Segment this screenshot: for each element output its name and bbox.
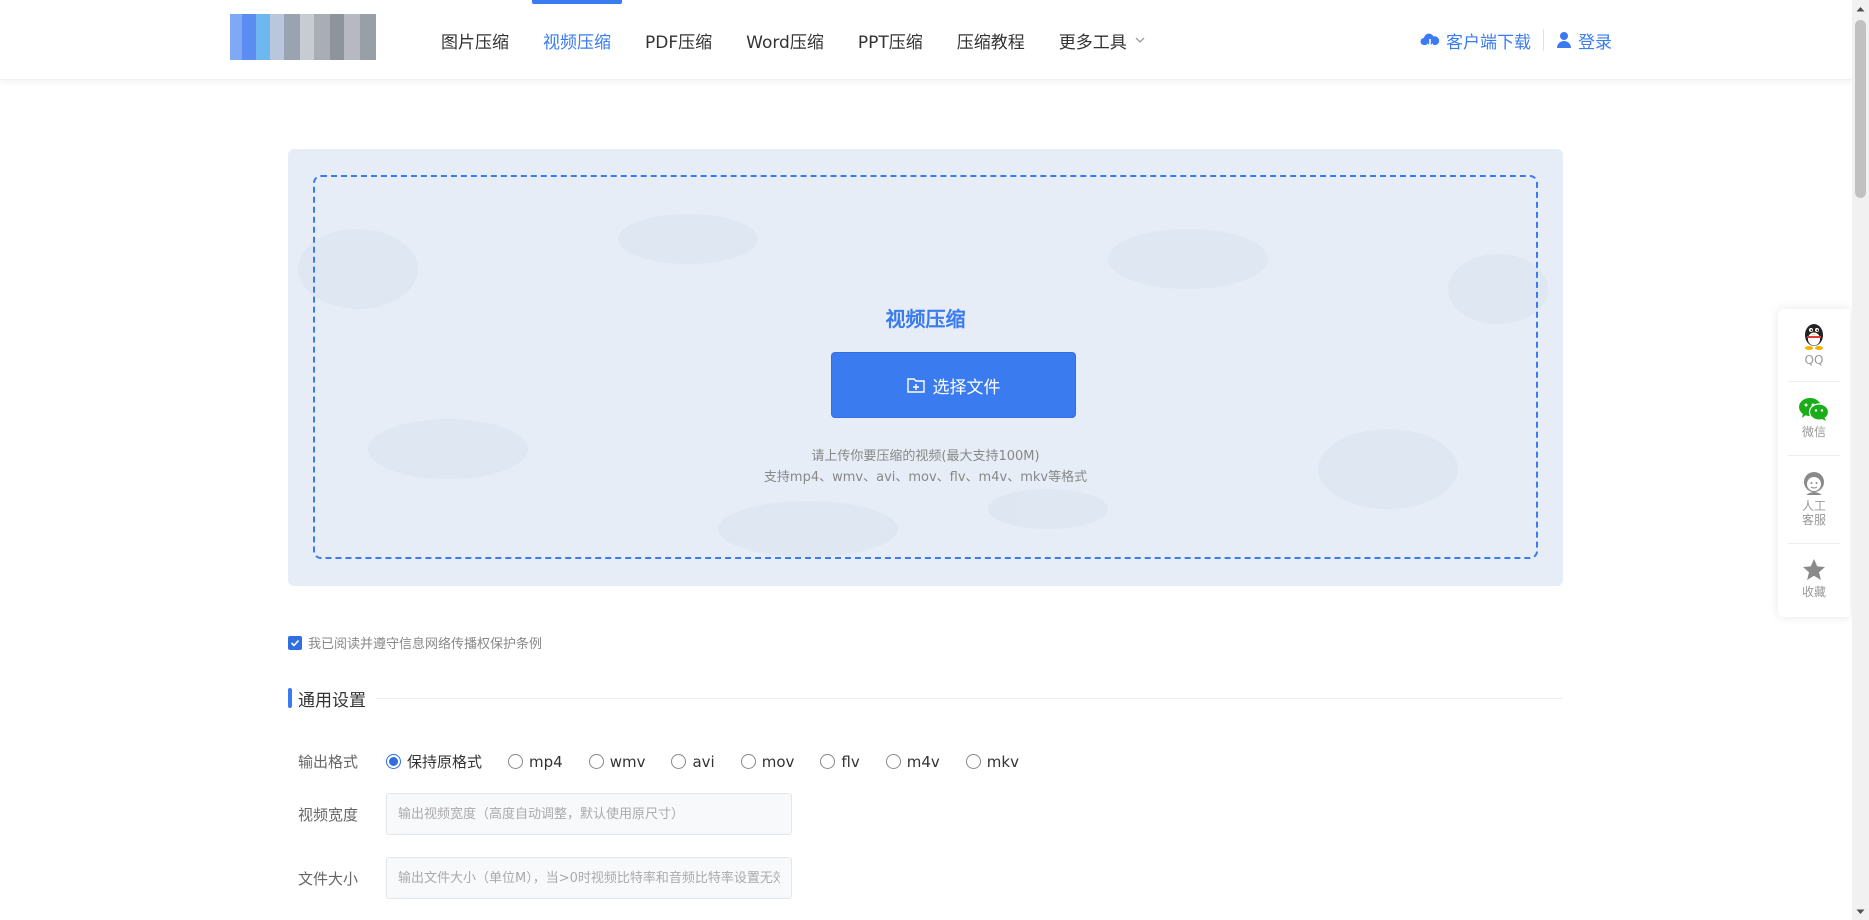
float-label-line1: 人工 <box>1801 499 1826 513</box>
client-download-link[interactable]: 客户端下载 <box>1420 28 1531 53</box>
radio-label: mov <box>761 752 795 771</box>
nav-item-video-compress[interactable]: 视频压缩 <box>526 0 628 80</box>
format-option-mov[interactable]: mov <box>740 752 795 771</box>
radio-label: mkv <box>986 752 1019 771</box>
radio-circle <box>671 754 687 769</box>
nav-item-compress-tutorial[interactable]: 压缩教程 <box>940 0 1042 80</box>
format-option-flv[interactable]: flv <box>820 752 860 771</box>
section-title: 通用设置 <box>298 690 366 711</box>
nav-label: 压缩教程 <box>956 32 1025 53</box>
header-divider <box>1543 29 1544 51</box>
radio-label: wmv <box>609 752 646 771</box>
right-float-panel: QQ 微信 人工 客服 收藏 <box>1778 309 1850 617</box>
float-label-line2: 客服 <box>1801 513 1826 527</box>
choose-file-button[interactable]: 选择文件 <box>831 352 1076 418</box>
radio-circle <box>820 754 836 769</box>
float-label: 收藏 <box>1801 585 1826 599</box>
format-option-keep-original[interactable]: 保持原格式 <box>386 751 482 772</box>
output-format-row: 输出格式 保持原格式 mp4 wmv avi mov flv m4v mkv <box>298 751 1045 772</box>
qq-penguin-icon <box>1805 324 1823 350</box>
header-actions: 客户端下载 登录 <box>1420 0 1612 80</box>
file-size-row: 文件大小 <box>298 857 792 899</box>
nav-label: PPT压缩 <box>857 32 923 53</box>
float-label: 人工 客服 <box>1802 499 1826 527</box>
radio-circle <box>885 754 901 769</box>
upload-hint-formats: 支持mp4、wmv、avi、mov、flv、m4v、mkv等格式 <box>763 470 1088 485</box>
wechat-icon <box>1799 398 1830 421</box>
float-divider <box>1788 455 1840 456</box>
radio-circle <box>386 754 401 769</box>
scroll-up-arrow-icon[interactable] <box>1852 0 1869 17</box>
general-settings-header: 通用设置 <box>288 686 1563 711</box>
agreement-checkbox[interactable] <box>288 635 302 650</box>
main-nav: 图片压缩 视频压缩 PDF压缩 Word压缩 PPT压缩 压缩教程 更多工具 <box>424 0 1164 80</box>
star-icon <box>1803 559 1825 580</box>
upload-dropzone[interactable]: 视频压缩 选择文件 请上传你要压缩的视频(最大支持100M) 支持mp4、wmv… <box>313 175 1538 559</box>
file-size-label: 文件大小 <box>298 869 359 888</box>
radio-label: mp4 <box>529 752 563 771</box>
float-divider <box>1788 543 1840 544</box>
radio-circle <box>588 754 604 769</box>
nav-label: PDF压缩 <box>645 32 713 53</box>
site-logo[interactable] <box>230 14 376 60</box>
nav-label: 图片压缩 <box>441 32 509 53</box>
nav-item-more-tools[interactable]: 更多工具 <box>1042 0 1164 80</box>
radio-label: m4v <box>906 752 940 771</box>
video-width-label: 视频宽度 <box>298 805 359 824</box>
output-format-label: 输出格式 <box>298 753 359 771</box>
float-label: QQ <box>1804 353 1824 367</box>
radio-circle <box>965 754 981 769</box>
nav-item-pdf-compress[interactable]: PDF压缩 <box>628 0 729 80</box>
video-width-row: 视频宽度 <box>298 793 792 835</box>
nav-item-image-compress[interactable]: 图片压缩 <box>424 0 526 80</box>
login-link[interactable]: 登录 <box>1556 28 1612 53</box>
format-option-mp4[interactable]: mp4 <box>508 753 563 771</box>
float-divider <box>1788 381 1840 382</box>
upload-title: 视频压缩 <box>885 307 966 331</box>
output-format-radio-group: 保持原格式 mp4 wmv avi mov flv m4v mkv <box>386 751 1045 772</box>
choose-file-label: 选择文件 <box>932 377 1001 398</box>
nav-item-ppt-compress[interactable]: PPT压缩 <box>841 0 940 80</box>
cloud-download-icon <box>1420 33 1440 49</box>
radio-label: flv <box>841 752 860 771</box>
float-item-favorite[interactable]: 收藏 <box>1778 557 1850 599</box>
float-item-qq[interactable]: QQ <box>1778 321 1850 367</box>
login-label: 登录 <box>1578 32 1612 53</box>
customer-service-icon <box>1804 472 1824 495</box>
check-icon <box>290 639 300 647</box>
top-header: 图片压缩 视频压缩 PDF压缩 Word压缩 PPT压缩 压缩教程 更多工具 客… <box>0 0 1852 80</box>
radio-circle <box>508 754 524 769</box>
format-option-avi[interactable]: avi <box>671 752 715 771</box>
radio-label: 保持原格式 <box>407 753 483 771</box>
nav-label: 视频压缩 <box>543 32 611 53</box>
float-item-wechat[interactable]: 微信 <box>1778 397 1850 439</box>
float-label: 微信 <box>1801 425 1826 439</box>
radio-circle <box>740 754 756 769</box>
user-icon <box>1557 32 1571 48</box>
page-scrollbar[interactable] <box>1852 0 1869 920</box>
agreement-text[interactable]: 我已阅读并遵守信息网络传播权保护条例 <box>308 633 542 652</box>
scroll-down-arrow-icon[interactable] <box>1852 903 1869 920</box>
folder-add-icon <box>906 378 925 393</box>
upload-area: 视频压缩 选择文件 请上传你要压缩的视频(最大支持100M) 支持mp4、wmv… <box>288 149 1563 586</box>
nav-label: Word压缩 <box>746 32 824 53</box>
file-size-input[interactable] <box>386 857 792 899</box>
nav-label: 更多工具 <box>1058 32 1127 53</box>
float-item-customer-service[interactable]: 人工 客服 <box>1778 469 1850 527</box>
agreement-row: 我已阅读并遵守信息网络传播权保护条例 <box>288 633 542 652</box>
scrollbar-thumb[interactable] <box>1855 20 1866 198</box>
section-accent-bar <box>288 688 292 708</box>
client-download-label: 客户端下载 <box>1446 32 1531 53</box>
video-width-input[interactable] <box>386 793 792 835</box>
format-option-mkv[interactable]: mkv <box>965 752 1019 771</box>
format-option-wmv[interactable]: wmv <box>588 752 646 771</box>
section-divider <box>376 697 1563 699</box>
nav-item-word-compress[interactable]: Word压缩 <box>729 0 841 80</box>
chevron-down-icon <box>1135 37 1145 43</box>
radio-label: avi <box>692 752 715 771</box>
format-option-m4v[interactable]: m4v <box>885 752 940 771</box>
upload-hint-size: 请上传你要压缩的视频(最大支持100M) <box>811 449 1040 464</box>
